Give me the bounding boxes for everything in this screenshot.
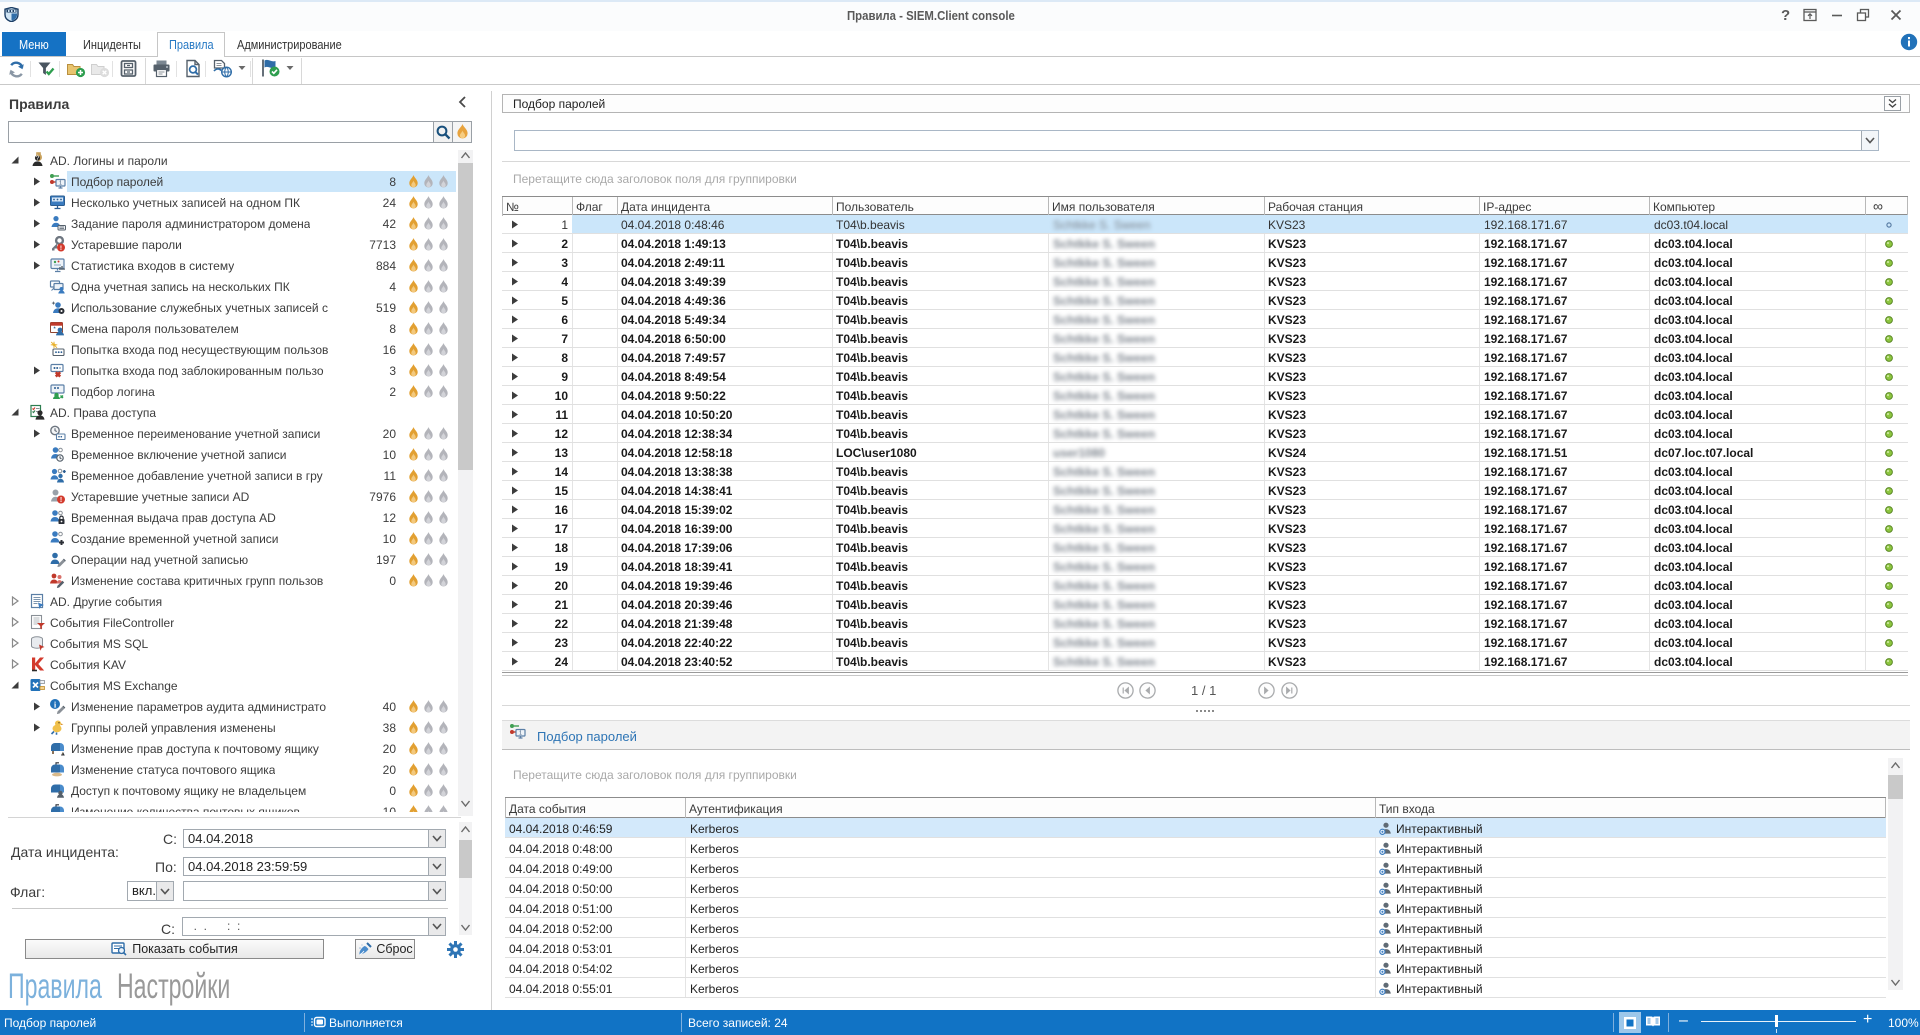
svg-text:!: ! xyxy=(60,497,62,504)
svg-text:!: ! xyxy=(60,245,62,252)
svg-text:!: ! xyxy=(62,752,63,756)
svg-text:1: 1 xyxy=(519,731,522,737)
svg-text:1: 1 xyxy=(59,181,62,187)
